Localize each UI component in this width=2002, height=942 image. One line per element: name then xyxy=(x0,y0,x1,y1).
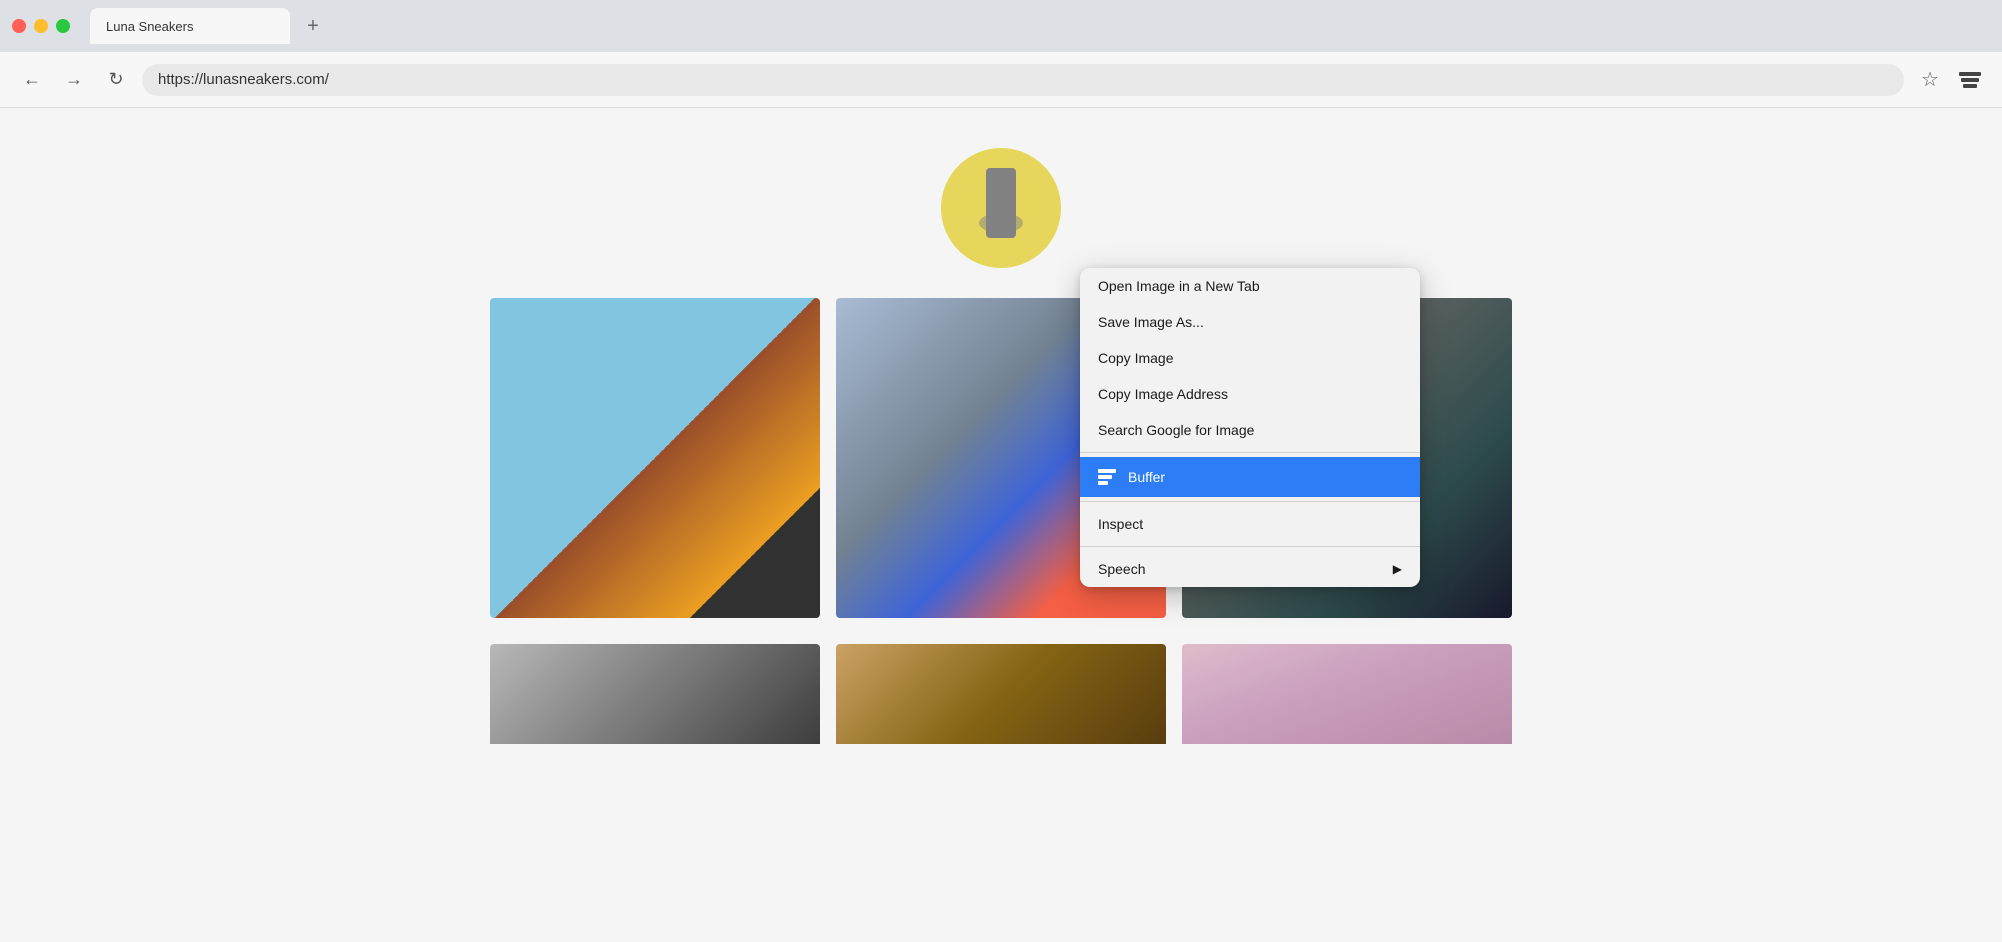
buffer-icon xyxy=(1098,467,1118,487)
buffer-icon-bar-3 xyxy=(1098,481,1108,485)
context-menu-speech[interactable]: Speech ▶ xyxy=(1080,551,1420,587)
star-icon: ☆ xyxy=(1921,67,1939,92)
context-menu-overlay[interactable]: Open Image in a New Tab Save Image As...… xyxy=(0,108,2002,942)
address-bar: ← → ↻ ☆ xyxy=(0,52,2002,108)
maximize-button[interactable] xyxy=(56,19,70,33)
copy-image-address-label: Copy Image Address xyxy=(1098,386,1228,402)
new-tab-button[interactable]: + xyxy=(298,11,328,41)
reload-icon: ↻ xyxy=(108,69,123,90)
inspect-label: Inspect xyxy=(1098,516,1143,532)
browser-frame: Luna Sneakers + ← → ↻ ☆ xyxy=(0,0,2002,942)
window-controls xyxy=(12,19,70,33)
context-menu-save-image[interactable]: Save Image As... xyxy=(1080,304,1420,340)
minimize-button[interactable] xyxy=(34,19,48,33)
forward-button[interactable]: → xyxy=(58,64,90,96)
tab-bar: Luna Sneakers + xyxy=(0,0,2002,52)
speech-arrow: ▶ xyxy=(1393,562,1402,576)
context-menu-buffer[interactable]: Buffer xyxy=(1080,457,1420,497)
context-menu-copy-image-address[interactable]: Copy Image Address xyxy=(1080,376,1420,412)
extensions-button[interactable] xyxy=(1954,64,1986,96)
url-input[interactable] xyxy=(142,64,1904,96)
buffer-icon-bar-2 xyxy=(1098,475,1112,479)
context-menu-copy-image[interactable]: Copy Image xyxy=(1080,340,1420,376)
search-google-label: Search Google for Image xyxy=(1098,422,1254,438)
close-button[interactable] xyxy=(12,19,26,33)
buffer-label: Buffer xyxy=(1128,469,1165,485)
reload-button[interactable]: ↻ xyxy=(100,64,132,96)
tab-label: Luna Sneakers xyxy=(106,19,193,34)
buffer-icon-bar-1 xyxy=(1098,469,1116,473)
active-tab[interactable]: Luna Sneakers xyxy=(90,8,290,44)
context-menu-divider-3 xyxy=(1080,546,1420,547)
layers-bar-2 xyxy=(1961,78,1979,82)
layers-icon xyxy=(1959,72,1981,88)
open-image-label: Open Image in a New Tab xyxy=(1098,278,1260,294)
back-icon: ← xyxy=(23,69,41,90)
context-menu-divider-2 xyxy=(1080,501,1420,502)
context-menu-inspect[interactable]: Inspect xyxy=(1080,506,1420,542)
page-content: Open Image in a New Tab Save Image As...… xyxy=(0,108,2002,942)
context-menu-divider-1 xyxy=(1080,452,1420,453)
layers-bar-3 xyxy=(1963,84,1977,88)
copy-image-label: Copy Image xyxy=(1098,350,1173,366)
toolbar-icons: ☆ xyxy=(1914,64,1986,96)
bookmark-button[interactable]: ☆ xyxy=(1914,64,1946,96)
speech-label: Speech xyxy=(1098,561,1145,577)
forward-icon: → xyxy=(65,69,83,90)
back-button[interactable]: ← xyxy=(16,64,48,96)
layers-bar-1 xyxy=(1959,72,1981,76)
context-menu-search-google[interactable]: Search Google for Image xyxy=(1080,412,1420,448)
save-image-label: Save Image As... xyxy=(1098,314,1204,330)
context-menu-open-image[interactable]: Open Image in a New Tab xyxy=(1080,268,1420,304)
context-menu: Open Image in a New Tab Save Image As...… xyxy=(1080,268,1420,587)
